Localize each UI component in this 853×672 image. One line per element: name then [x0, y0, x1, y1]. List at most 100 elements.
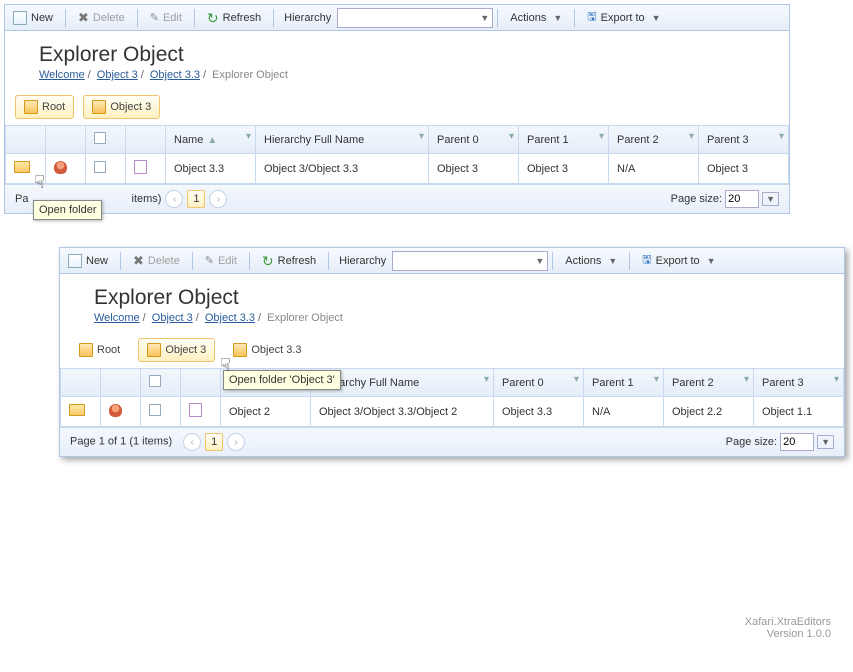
filter-icon[interactable]: ▾	[509, 131, 514, 142]
breadcrumb-object3[interactable]: Object 3	[152, 312, 193, 324]
page-size-select[interactable]	[780, 433, 814, 451]
col-person[interactable]	[46, 126, 86, 154]
bc-object3-button[interactable]: Object 3	[138, 338, 215, 362]
table-row[interactable]: Object 2 Object 3/Object 3.3/Object 2 Ob…	[61, 397, 844, 427]
page-size-select[interactable]	[725, 190, 759, 208]
footer-version: Version 1.0.0	[745, 628, 831, 640]
pager-page-1[interactable]: 1	[205, 433, 223, 451]
col-doc[interactable]	[126, 126, 166, 154]
cell-p0: Object 3	[429, 154, 519, 184]
cursor-icon: ☟	[220, 355, 231, 376]
col-p3[interactable]: Parent 3▾	[754, 369, 844, 397]
chevron-down-icon: ▼	[707, 256, 716, 266]
col-p0[interactable]: Parent 0▾	[429, 126, 519, 154]
cell-p3: Object 3	[699, 154, 789, 184]
filter-icon[interactable]: ▾	[599, 131, 604, 142]
delete-button[interactable]: ✖Delete	[71, 7, 132, 28]
page-size-label: Page size:	[726, 436, 777, 448]
hierarchy-select[interactable]: ▼	[337, 8, 493, 28]
tree-icon	[24, 100, 38, 114]
filter-icon[interactable]: ▾	[574, 374, 579, 385]
pager-next-button[interactable]: ›	[209, 190, 227, 208]
person-icon	[109, 404, 122, 417]
separator	[574, 9, 575, 27]
pager-next-button[interactable]: ›	[227, 433, 245, 451]
folder-icon[interactable]	[14, 161, 30, 173]
hierarchy-select[interactable]: ▼	[392, 251, 548, 271]
separator	[194, 9, 195, 27]
col-p2[interactable]: Parent 2▾	[609, 126, 699, 154]
tree-icon	[79, 343, 93, 357]
pager-page-1[interactable]: 1	[187, 190, 205, 208]
filter-icon[interactable]: ▾	[834, 374, 839, 385]
col-person[interactable]	[101, 369, 141, 397]
filter-icon[interactable]: ▾	[654, 374, 659, 385]
refresh-button[interactable]: ↻Refresh	[255, 250, 323, 272]
col-p2[interactable]: Parent 2▾	[664, 369, 754, 397]
breadcrumb-object3[interactable]: Object 3	[97, 69, 138, 81]
filter-icon[interactable]: ▾	[779, 131, 784, 142]
filter-icon[interactable]: ▾	[484, 374, 489, 385]
breadcrumb: Welcome/ Object 3/ Object 3.3/ Explorer …	[94, 312, 822, 324]
table-row[interactable]: Object 3.3 Object 3/Object 3.3 Object 3 …	[6, 154, 789, 184]
col-hfull[interactable]: Hierarchy Full Name▾	[256, 126, 429, 154]
col-doc[interactable]	[181, 369, 221, 397]
delete-button[interactable]: ✖Delete	[126, 250, 187, 271]
checkbox-icon	[149, 375, 161, 387]
filter-icon[interactable]: ▾	[744, 374, 749, 385]
actions-button[interactable]: Actions▼	[558, 251, 624, 271]
bc-object3-label: Object 3	[110, 101, 151, 113]
breadcrumb-object33[interactable]: Object 3.3	[205, 312, 255, 324]
delete-label: Delete	[148, 255, 180, 267]
breadcrumb-object33[interactable]: Object 3.3	[150, 69, 200, 81]
chevron-down-icon: ▼	[480, 13, 489, 23]
pager-prev-button[interactable]: ‹	[165, 190, 183, 208]
separator	[629, 252, 630, 270]
filter-icon[interactable]: ▾	[246, 131, 251, 142]
breadcrumb-welcome[interactable]: Welcome	[39, 69, 85, 81]
chevron-down-icon[interactable]: ▼	[817, 435, 834, 449]
col-p0[interactable]: Parent 0▾	[494, 369, 584, 397]
actions-button[interactable]: Actions▼	[503, 8, 569, 28]
separator	[65, 9, 66, 27]
refresh-icon: ↻	[207, 11, 219, 25]
bc-object3-label: Object 3	[165, 344, 206, 356]
cell-p1: N/A	[584, 397, 664, 427]
col-p1[interactable]: Parent 1▾	[519, 126, 609, 154]
edit-button[interactable]: ✎Edit	[143, 7, 189, 28]
breadcrumb-welcome[interactable]: Welcome	[94, 312, 140, 324]
page-title: Explorer Object	[94, 286, 822, 310]
chevron-down-icon[interactable]: ▼	[762, 192, 779, 206]
document-icon[interactable]	[134, 160, 147, 174]
row-checkbox[interactable]	[149, 404, 161, 416]
export-button[interactable]: 🖫Export to▼	[635, 247, 722, 274]
filter-icon[interactable]: ▾	[689, 131, 694, 142]
new-button[interactable]: New	[61, 250, 115, 272]
bc-object33-button[interactable]: Object 3.3	[224, 338, 310, 362]
cell-p0: Object 3.3	[494, 397, 584, 427]
col-folder[interactable]	[61, 369, 101, 397]
bc-object33-label: Object 3.3	[251, 344, 301, 356]
export-button[interactable]: 🖫Export to▼	[580, 4, 667, 31]
col-p3[interactable]: Parent 3▾	[699, 126, 789, 154]
refresh-button[interactable]: ↻Refresh	[200, 7, 268, 29]
col-check[interactable]	[141, 369, 181, 397]
separator	[273, 9, 274, 27]
document-icon[interactable]	[189, 403, 202, 417]
edit-button[interactable]: ✎Edit	[198, 250, 244, 271]
bc-root-button[interactable]: Root	[70, 338, 129, 362]
filter-icon[interactable]: ▾	[419, 131, 424, 142]
col-check[interactable]	[86, 126, 126, 154]
col-p1[interactable]: Parent 1▾	[584, 369, 664, 397]
edit-label: Edit	[218, 255, 237, 267]
bc-root-button[interactable]: Root	[15, 95, 74, 119]
folder-icon[interactable]	[69, 404, 85, 416]
col-name[interactable]: Name▲▾	[166, 126, 256, 154]
bc-object3-button[interactable]: Object 3	[83, 95, 160, 119]
pager-prev-button[interactable]: ‹	[183, 433, 201, 451]
col-folder[interactable]	[6, 126, 46, 154]
row-checkbox[interactable]	[94, 161, 106, 173]
new-button[interactable]: New	[6, 7, 60, 29]
breadcrumb-current: Explorer Object	[212, 69, 288, 81]
edit-icon: ✎	[150, 11, 159, 24]
